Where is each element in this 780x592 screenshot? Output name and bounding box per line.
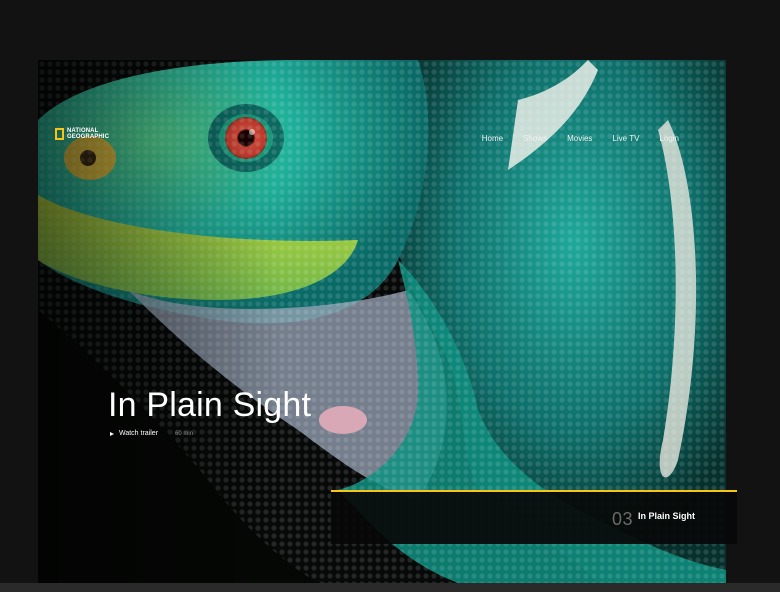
nav-live-tv[interactable]: Live TV [612,134,639,143]
top-navigation: Home Shows Movies Live TV Login [482,134,679,143]
logo-text: NATIONAL GEOGRAPHIC [67,128,110,140]
nav-shows[interactable]: Shows [523,134,547,143]
watch-trailer-label: Watch trailer [119,430,159,437]
watch-trailer-button[interactable]: Watch trailer [110,430,158,437]
yellow-rectangle-logo-icon [55,128,64,140]
featured-episode-card[interactable]: 03 In Plain Sight [331,490,737,544]
episode-number: 03 [612,509,634,529]
hero-meta: Watch trailer 60 min [110,430,193,437]
nav-login[interactable]: Login [659,134,679,143]
episode-title: In Plain Sight [638,511,696,521]
hero-title: In Plain Sight [108,386,312,424]
national-geographic-logo[interactable]: NATIONAL GEOGRAPHIC [55,128,110,140]
duration-label: 60 min [175,430,194,437]
nav-home[interactable]: Home [482,134,503,143]
nav-movies[interactable]: Movies [567,134,592,143]
play-icon [110,431,114,436]
bottom-strip [0,583,780,592]
